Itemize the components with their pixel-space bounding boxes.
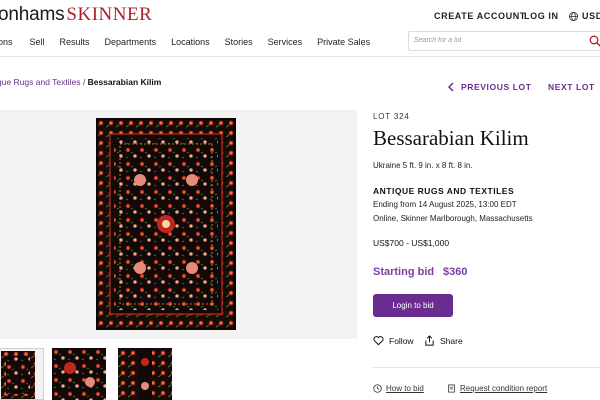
next-lot-label: NEXT LOT <box>548 82 595 92</box>
heart-icon <box>373 336 384 346</box>
currency-selector[interactable]: USD <box>569 11 600 21</box>
thumbnail-3[interactable] <box>118 348 172 400</box>
share-icon <box>425 335 434 346</box>
nav-item-results[interactable]: Results <box>60 37 90 47</box>
lot-estimate: US$700 - US$1,000 <box>373 238 450 248</box>
document-icon <box>448 384 455 393</box>
how-to-bid-label: How to bid <box>386 384 424 393</box>
nav-item-sell[interactable]: Sell <box>30 37 45 47</box>
lot-dimensions: Ukraine 5 ft. 9 in. x 8 ft. 8 in. <box>373 161 473 170</box>
starting-bid-label: Starting bid <box>373 266 435 278</box>
clock-icon <box>373 384 382 393</box>
brand-secondary: SKINNER <box>66 4 153 25</box>
share-button[interactable]: Share <box>424 335 463 346</box>
auction-location: Online, Skinner Marlborough, Massachuset… <box>373 214 533 223</box>
thumbnail-2[interactable] <box>52 348 106 400</box>
breadcrumb-separator: / <box>80 77 88 87</box>
nav-item-locations[interactable]: Locations <box>171 37 210 47</box>
breadcrumb: que Rugs and Textiles / Bessarabian Kili… <box>0 77 161 87</box>
details-divider <box>373 367 600 368</box>
thumbnail-border-image <box>118 348 172 400</box>
main-lot-image[interactable] <box>0 110 357 339</box>
breadcrumb-current: Bessarabian Kilim <box>87 77 162 87</box>
search-input[interactable] <box>414 37 584 44</box>
lot-number: LOT 324 <box>373 112 410 121</box>
previous-lot-label: PREVIOUS LOT <box>461 82 532 92</box>
thumbnail-1[interactable] <box>0 348 44 400</box>
chevron-left-icon <box>448 82 454 92</box>
nav-item-auctions[interactable]: ons <box>0 37 13 47</box>
search-icon[interactable] <box>589 35 600 47</box>
create-account-link[interactable]: CREATE ACCOUNT <box>434 11 526 21</box>
brand-logo[interactable]: onhams SKINNER <box>0 4 152 26</box>
request-condition-report-link[interactable]: Request condition report <box>447 384 547 393</box>
main-nav: ons Sell Results Departments Locations S… <box>0 37 370 47</box>
nav-item-private-sales[interactable]: Private Sales <box>317 37 370 47</box>
request-condition-report-label: Request condition report <box>460 384 548 393</box>
auction-ending: Ending from 14 August 2025, 13:00 EDT <box>373 200 517 209</box>
nav-divider <box>0 56 600 57</box>
share-label: Share <box>440 335 463 346</box>
currency-label: USD <box>582 11 600 21</box>
next-lot-link[interactable]: NEXT LOT <box>548 82 600 92</box>
thumbnail-detail-image <box>52 348 106 400</box>
globe-icon <box>569 11 578 21</box>
breadcrumb-parent-link[interactable]: que Rugs and Textiles <box>0 77 80 87</box>
log-in-link[interactable]: LOG IN <box>524 11 559 21</box>
nav-item-stories[interactable]: Stories <box>225 37 253 47</box>
nav-item-departments[interactable]: Departments <box>105 37 157 47</box>
kilim-rug-image <box>96 118 236 330</box>
nav-item-services[interactable]: Services <box>268 37 303 47</box>
brand-primary: onhams <box>0 4 65 25</box>
login-to-bid-button[interactable]: Login to bid <box>373 294 453 317</box>
previous-lot-link[interactable]: PREVIOUS LOT <box>448 82 532 92</box>
how-to-bid-link[interactable]: How to bid <box>373 384 424 393</box>
follow-button[interactable]: Follow <box>373 335 414 346</box>
search-box <box>408 31 600 51</box>
lot-title: Bessarabian Kilim <box>373 126 529 150</box>
thumbnail-rug-image <box>0 349 43 399</box>
follow-label: Follow <box>389 335 414 346</box>
starting-bid-value: $360 <box>443 266 468 278</box>
department-link[interactable]: ANTIQUE RUGS AND TEXTILES <box>373 186 514 196</box>
